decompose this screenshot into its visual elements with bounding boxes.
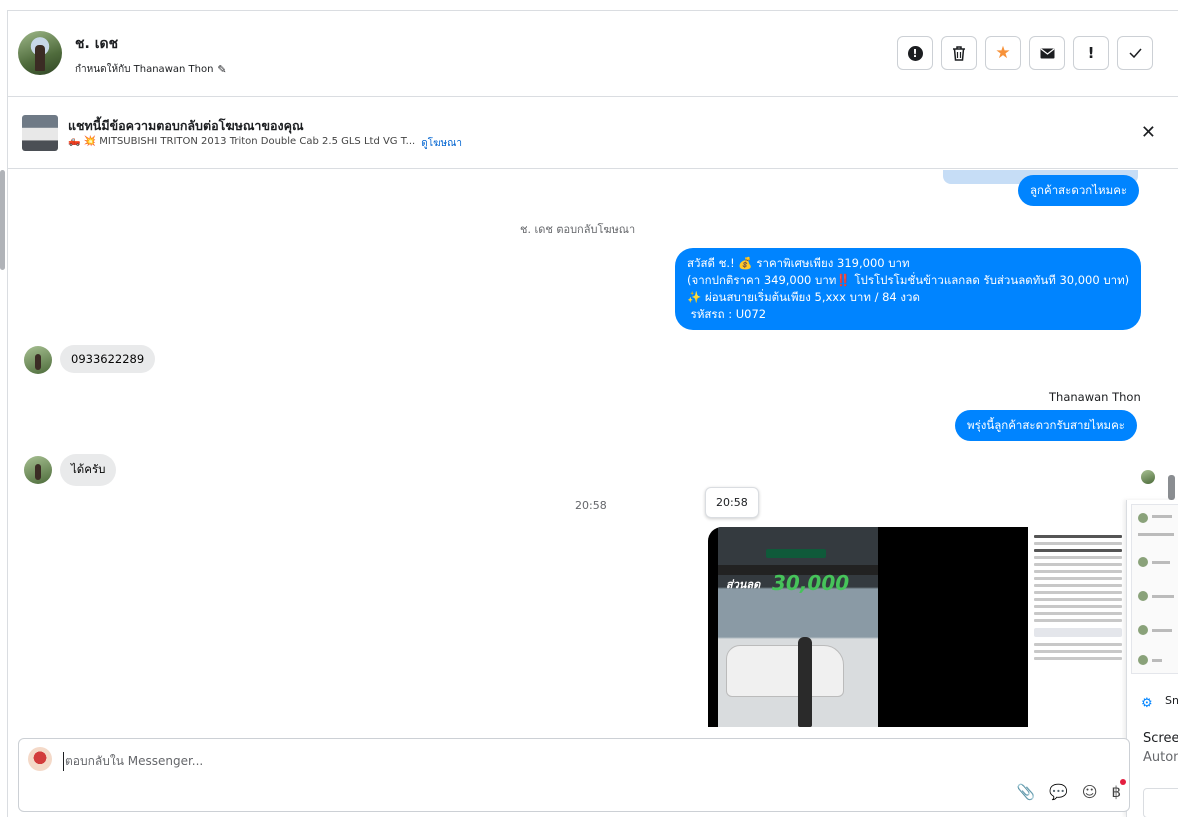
promo-line: ✨ ผ่อนสบายเริ่มต้นเพียง 5,xxx บาท / 84 ง… (687, 290, 920, 304)
mark-spam-button[interactable]: ! (897, 36, 933, 70)
panel-label-title: Screen (1143, 731, 1178, 746)
follow-up-button[interactable]: ! (1073, 36, 1109, 70)
ad-banner-title: แชทนี้มีข้อความตอบกลับต่อโฆษณาของคุณ (68, 118, 304, 133)
trash-icon (953, 45, 965, 61)
promo-line: สวัสดี ช.! 💰 ราคาพิเศษเพียง 319,000 บาท (687, 256, 910, 270)
emoji-icon[interactable]: ☺ (1082, 783, 1098, 801)
promo-message[interactable]: สวัสดี ช.! 💰 ราคาพิเศษเพียง 319,000 บาท … (675, 248, 1142, 330)
outgoing-message[interactable]: ลูกค้าสะดวกไหมคะ (1018, 175, 1140, 206)
close-icon[interactable]: ✕ (1141, 122, 1156, 143)
panel-label-short: Sn (1165, 694, 1178, 707)
message-timestamp: 20:58 (575, 499, 607, 512)
envelope-icon (1040, 48, 1054, 58)
exclamation-icon: ! (1087, 44, 1095, 62)
sender-name: Thanawan Thon (1049, 390, 1141, 404)
ad-reply-banner: แชทนี้มีข้อความตอบกลับต่อโฆษณาของคุณ 🛻 💥… (8, 98, 1178, 169)
post-screenshot (1028, 527, 1128, 727)
right-scrollbar[interactable] (1168, 475, 1175, 500)
payment-icon[interactable]: ฿ (1111, 783, 1121, 801)
pencil-icon[interactable]: ✎ (217, 63, 226, 76)
promo-line: (จากปกติราคา 349,000 บาท‼️ โปรโปรโมชั่นข… (687, 273, 1130, 287)
gear-icon[interactable]: ⚙ (1141, 696, 1153, 711)
page-avatar (28, 747, 52, 771)
star-button[interactable]: ★ (985, 36, 1021, 70)
saved-reply-icon[interactable]: 💬 (1049, 783, 1068, 801)
seen-indicator-avatar (1141, 470, 1155, 484)
contact-avatar-small[interactable] (24, 346, 52, 374)
ad-description: 🛻 💥 MITSUBISHI TRITON 2013 Triton Double… (68, 136, 416, 147)
incoming-message[interactable]: 0933622289 (60, 345, 156, 373)
media-promo-amount: 30,000 (772, 571, 850, 595)
contact-name[interactable]: ช. เดช (75, 33, 118, 55)
left-scrollbar[interactable] (0, 170, 5, 270)
message-thread[interactable]: ลูกค้าสะดวกไหมคะ ช. เดช ตอบกลับโฆษณา สวั… (8, 170, 1178, 737)
timestamp-tooltip: 20:58 (705, 487, 759, 518)
car-photo: ส่วนลด 30,000 (718, 527, 878, 727)
mark-unread-button[interactable] (1029, 36, 1065, 70)
conversation-actions: ! ★ ! (897, 36, 1153, 70)
assignee-line[interactable]: กำหนดให้กับ Thanawan Thon ✎ (75, 62, 227, 77)
panel-label-sub: Autom (1143, 750, 1178, 765)
done-button[interactable] (1117, 36, 1153, 70)
star-icon: ★ (995, 43, 1011, 63)
paperclip-icon[interactable]: 📎 (1016, 783, 1035, 801)
outgoing-message[interactable]: พรุ่งนี้ลูกค้าสะดวกรับสายไหมคะ (955, 410, 1137, 441)
promo-line: รหัสรถ : U072 (687, 307, 767, 321)
ad-thumbnail[interactable] (22, 115, 58, 151)
panel-box[interactable] (1143, 788, 1178, 817)
assignee-label: กำหนดให้กับ Thanawan Thon (75, 64, 214, 75)
notification-dot (1120, 779, 1126, 785)
contact-avatar-small[interactable] (24, 456, 52, 484)
conversation-header: ช. เดช กำหนดให้กับ Thanawan Thon ✎ ! ★ ! (8, 11, 1178, 97)
screen-capture-panel: ⚙ Sn Screen Autom (1126, 500, 1178, 817)
ad-reply-note: ช. เดช ตอบกลับโฆษณา (520, 223, 636, 236)
alert-circle-icon: ! (907, 45, 923, 61)
shared-image[interactable]: ส่วนลด 30,000 (708, 527, 1128, 727)
view-ad-link[interactable]: ดูโฆษณา (421, 136, 462, 151)
reply-input[interactable]: ตอบกลับใน Messenger... (63, 752, 203, 771)
composer-toolbar: 📎 💬 ☺ ฿ (1016, 783, 1121, 801)
incoming-message[interactable]: ได้ครับ (60, 454, 117, 486)
contact-avatar[interactable] (18, 31, 62, 75)
capture-thumbnail[interactable] (1131, 504, 1178, 674)
delete-button[interactable] (941, 36, 977, 70)
media-promo-label: ส่วนลด (726, 578, 761, 591)
message-composer[interactable]: ตอบกลับใน Messenger... 📎 💬 ☺ ฿ (18, 738, 1130, 812)
check-icon (1128, 48, 1142, 58)
ad-banner-subtitle: 🛻 💥 MITSUBISHI TRITON 2013 Triton Double… (68, 136, 462, 151)
